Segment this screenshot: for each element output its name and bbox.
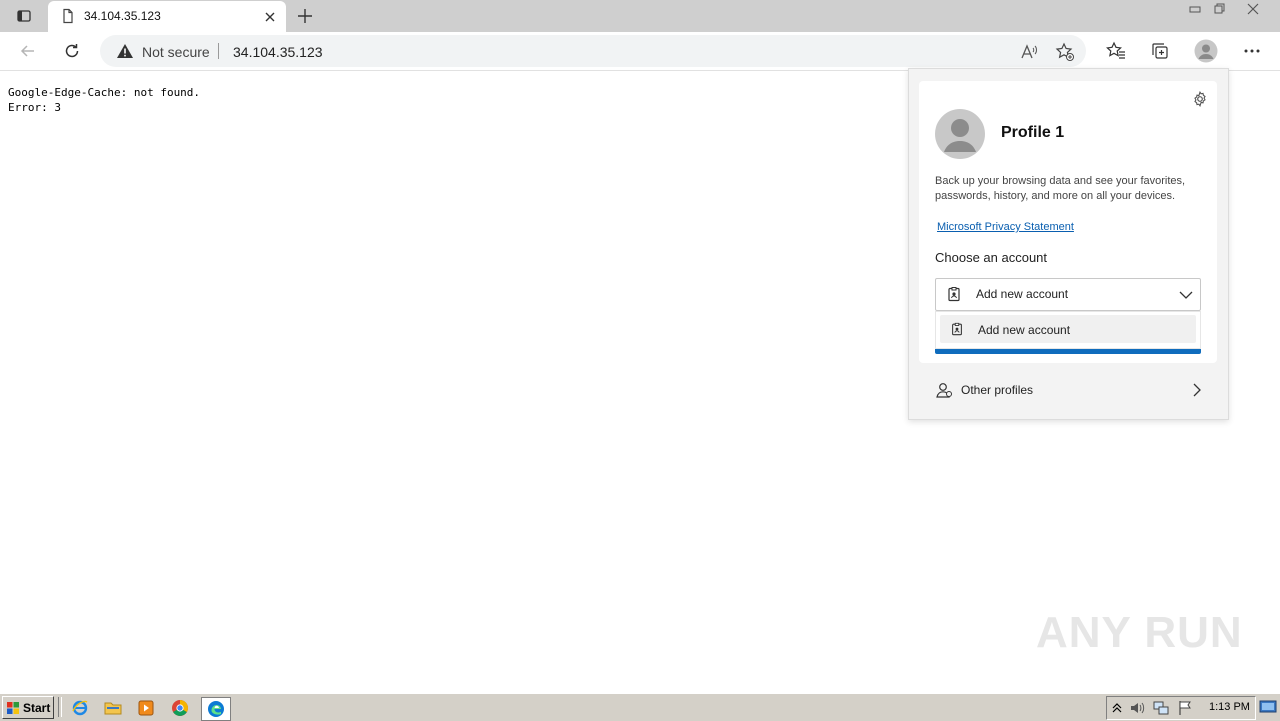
edge-icon (208, 701, 224, 717)
profile-avatar (935, 109, 985, 159)
quicklaunch-explorer[interactable] (103, 698, 123, 718)
tab-close-button[interactable] (260, 7, 280, 27)
browser-toolbar: Not secure 34.104.35.123 (0, 32, 1280, 71)
plus-icon (298, 9, 312, 23)
sign-in-button-edge[interactable] (935, 349, 1201, 354)
badge-icon (948, 287, 960, 302)
settings-menu-button[interactable] (1238, 37, 1266, 65)
choose-account-heading: Choose an account (935, 250, 1048, 265)
chevron-right-icon (1193, 383, 1201, 397)
internet-explorer-icon (72, 700, 88, 716)
avatar-icon (1194, 39, 1218, 63)
profile-flyout: Profile 1 Back up your browsing data and… (908, 68, 1229, 420)
favorites-button[interactable] (1102, 37, 1130, 65)
tray-volume[interactable] (1129, 700, 1145, 716)
taskbar-separator (58, 697, 62, 717)
chevron-down-icon (1179, 291, 1193, 299)
tab-title: 34.104.35.123 (84, 9, 161, 23)
collections-icon (1152, 43, 1168, 59)
sync-description: Back up your browsing data and see your … (935, 175, 1186, 202)
restore-icon (1214, 3, 1225, 14)
arrow-left-icon (20, 45, 34, 57)
address-bar[interactable]: Not secure 34.104.35.123 (100, 35, 1086, 67)
account-dropdown[interactable]: Add new account (935, 278, 1201, 311)
folder-icon (104, 702, 122, 715)
add-favorite-button[interactable] (1054, 41, 1076, 63)
account-option-add-new[interactable]: Add new account (940, 315, 1196, 343)
speaker-icon (1131, 702, 1145, 714)
restore-button[interactable] (1209, 2, 1231, 16)
read-aloud-button[interactable] (1018, 41, 1040, 63)
chrome-icon (172, 700, 188, 716)
start-label: Start (23, 700, 51, 715)
close-icon (265, 12, 275, 22)
new-tab-button[interactable] (292, 4, 318, 28)
taskbar-edge-active[interactable] (201, 697, 231, 721)
taskbar: Start 1:13 PM (0, 693, 1280, 721)
show-desktop-icon[interactable] (1259, 699, 1277, 715)
refresh-icon (65, 44, 79, 58)
start-button[interactable]: Start (2, 696, 54, 719)
refresh-button[interactable] (58, 37, 86, 65)
account-dropdown-value: Add new account (976, 287, 1069, 301)
network-icon (1153, 701, 1169, 715)
tray-expand-button[interactable] (1109, 700, 1125, 716)
quicklaunch-ie[interactable] (70, 698, 90, 718)
tab-actions-button[interactable] (10, 4, 38, 28)
read-aloud-icon (1021, 44, 1037, 59)
warning-icon (117, 44, 133, 58)
profile-button[interactable] (1192, 37, 1220, 65)
badge-icon (952, 322, 962, 336)
star-add-icon (1055, 42, 1074, 61)
minimize-button[interactable] (1184, 2, 1206, 16)
quicklaunch-media-player[interactable] (136, 698, 156, 718)
favorites-icon (1106, 41, 1125, 59)
account-options-list: Add new account (935, 311, 1201, 349)
watermark: ANY RUN (1036, 608, 1243, 657)
minimize-icon (1189, 6, 1201, 13)
page-file-icon (63, 8, 73, 24)
profiles-icon (936, 383, 952, 398)
tab-actions-icon (17, 10, 31, 22)
error-line-2: Error: 3 (8, 101, 61, 114)
flag-icon (1179, 701, 1191, 715)
page-body-text: Google-Edge-Cache: not found. Error: 3 (8, 85, 200, 115)
address-separator (218, 43, 219, 59)
back-button[interactable] (14, 37, 42, 65)
more-icon (1244, 49, 1260, 53)
windows-flag-icon (7, 701, 19, 714)
error-line-1: Google-Edge-Cache: not found. (8, 86, 201, 99)
privacy-statement-link[interactable]: Microsoft Privacy Statement (937, 221, 1074, 233)
close-icon (1247, 3, 1259, 15)
title-bar: 34.104.35.123 (0, 0, 1280, 32)
gear-icon (1194, 91, 1206, 107)
account-option-label: Add new account (978, 323, 1071, 337)
collections-button[interactable] (1146, 37, 1174, 65)
profile-name: Profile 1 (1001, 124, 1065, 141)
browser-tab[interactable]: 34.104.35.123 (48, 1, 286, 32)
security-status[interactable]: Not secure (142, 44, 210, 60)
tray-network[interactable] (1153, 700, 1169, 716)
url-text[interactable]: 34.104.35.123 (233, 44, 323, 60)
other-profiles-label: Other profiles (961, 383, 1034, 397)
quicklaunch-chrome[interactable] (170, 698, 190, 718)
window-close-button[interactable] (1242, 2, 1264, 16)
profile-card: Profile 1 Back up your browsing data and… (919, 81, 1217, 363)
tray-action-center[interactable] (1177, 700, 1193, 716)
profile-settings-button[interactable] (1190, 89, 1210, 109)
media-player-icon (138, 700, 154, 716)
taskbar-clock[interactable]: 1:13 PM (1209, 701, 1250, 713)
other-profiles-row[interactable]: Other profiles (919, 373, 1217, 407)
chevron-up-icon (1112, 703, 1122, 713)
